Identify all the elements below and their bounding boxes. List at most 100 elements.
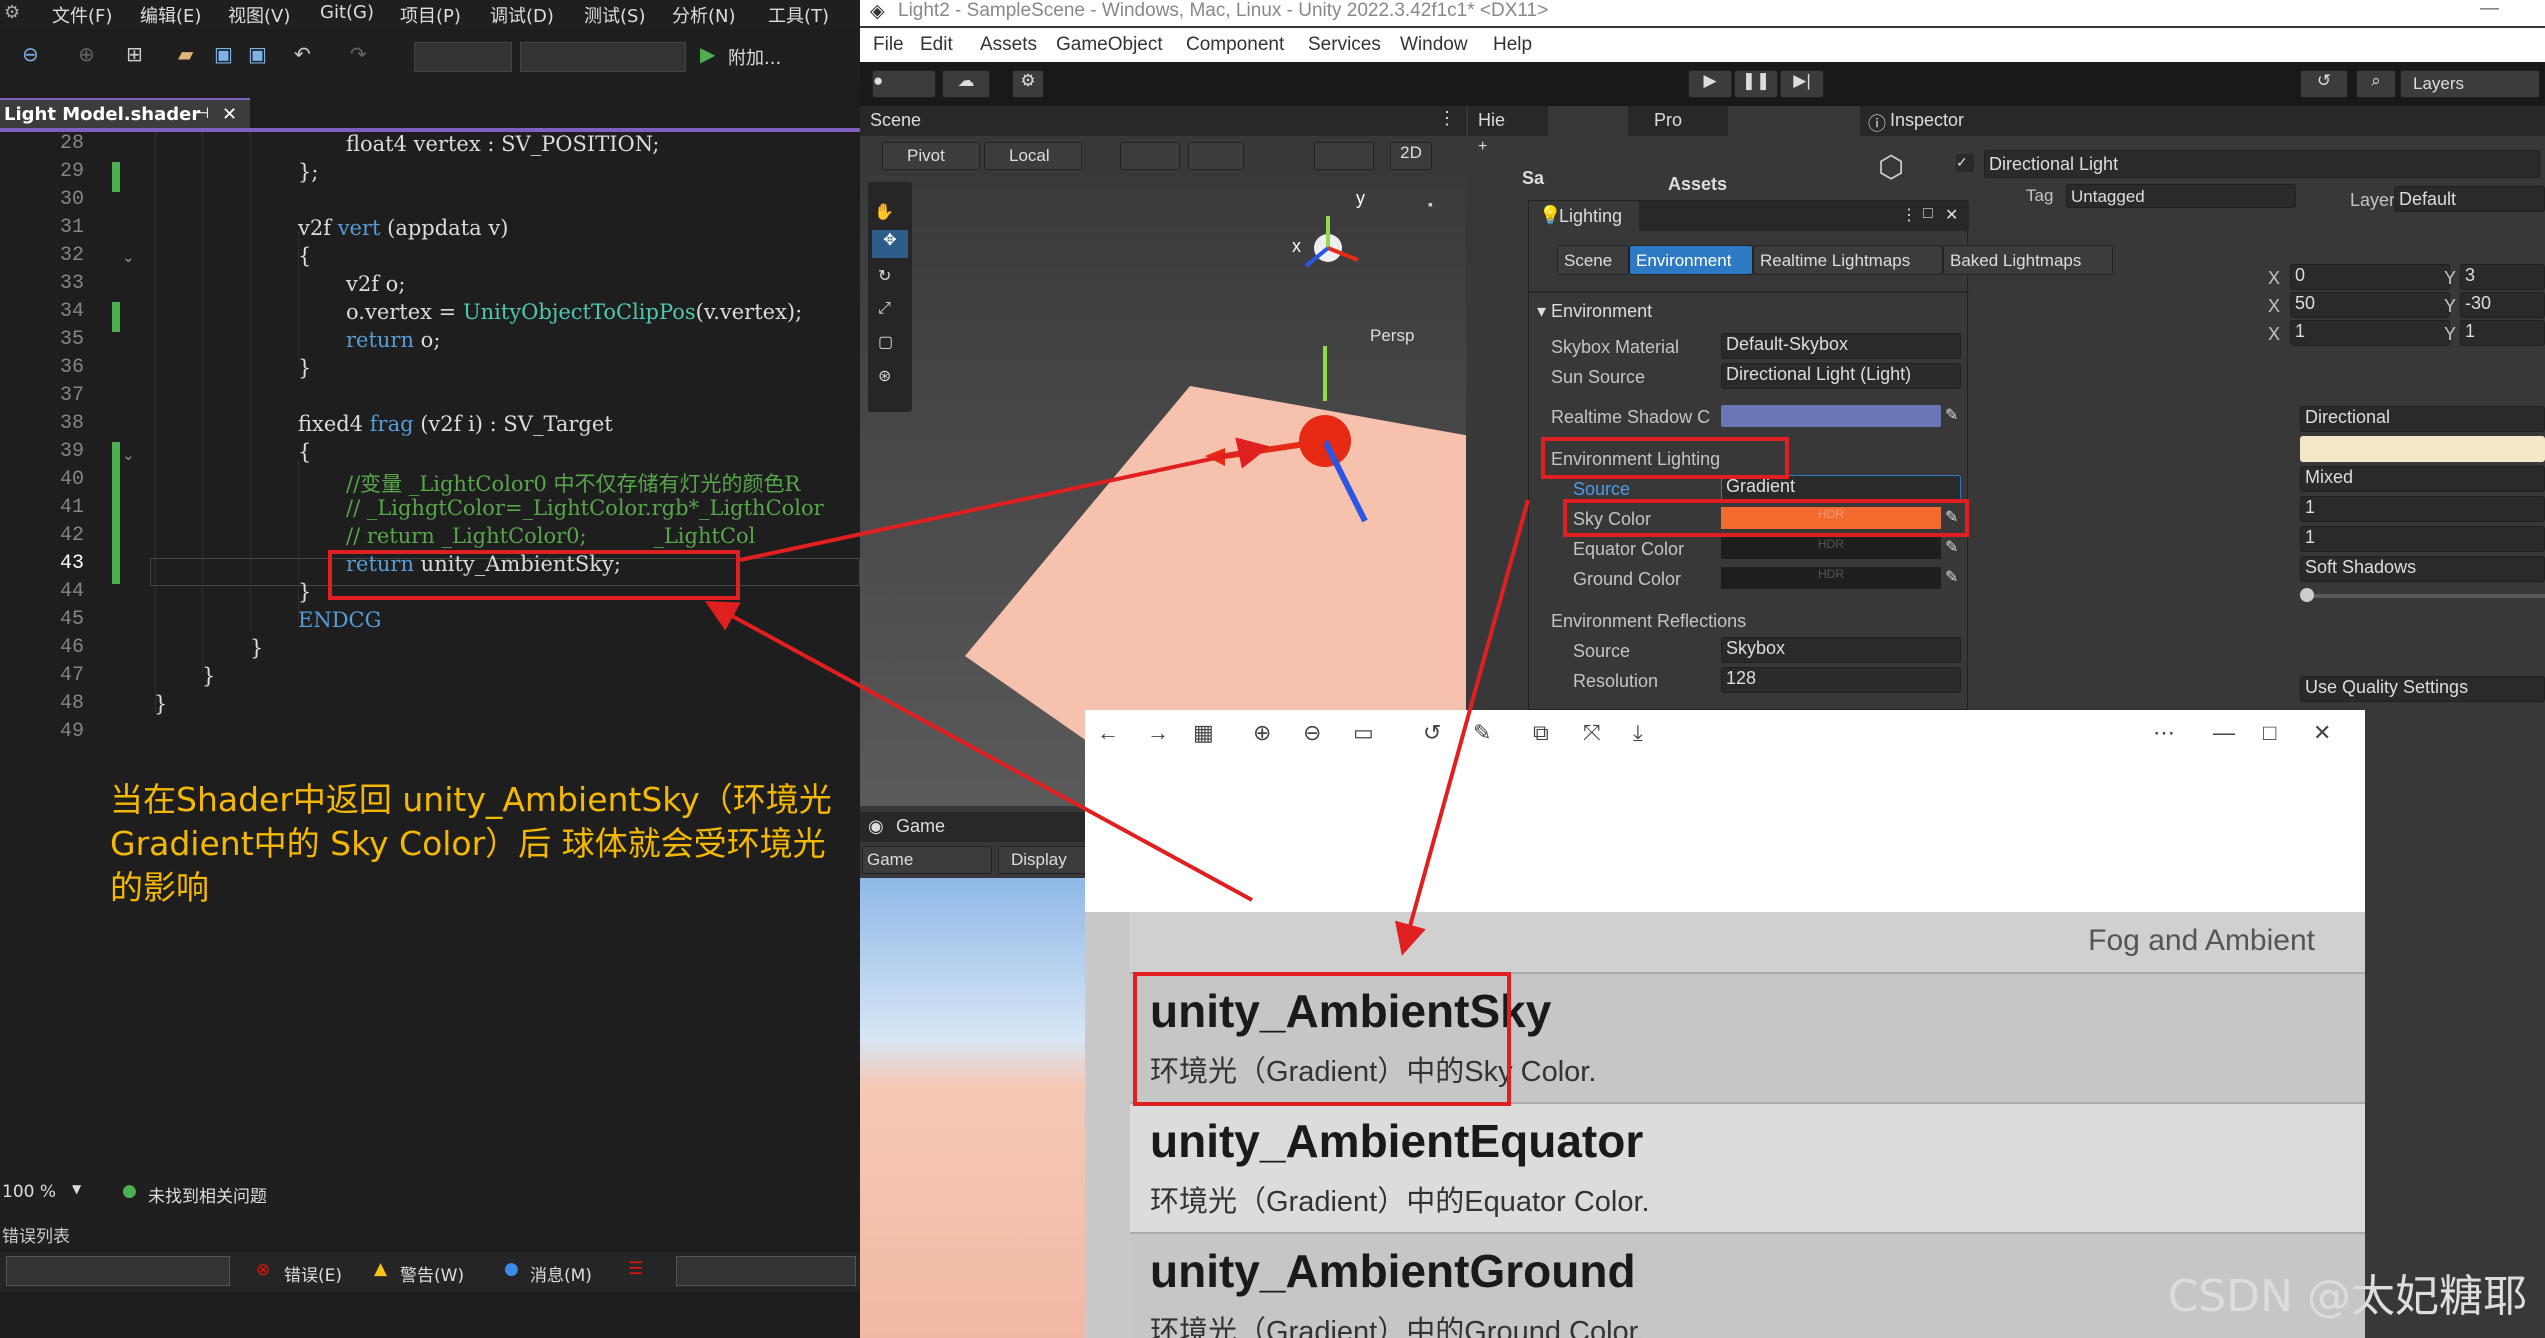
menu-edit[interactable]: 编辑(E)	[140, 2, 201, 28]
skybox-material-field[interactable]: Default-Skybox	[1721, 333, 1961, 359]
light-mode-dropdown[interactable]: Mixed	[2300, 466, 2545, 492]
viewer-maximize-icon[interactable]: □	[2263, 720, 2276, 746]
active-checkbox[interactable]: ✓	[1956, 154, 1974, 172]
account-button[interactable]: ●	[872, 70, 936, 98]
u-menu-component[interactable]: Component	[1186, 34, 1284, 56]
shadow-color-swatch[interactable]	[1721, 405, 1941, 427]
zoom-in-icon[interactable]: ⊕	[1253, 720, 1271, 746]
save-all-icon[interactable]: ▣	[248, 42, 267, 66]
open-folder-icon[interactable]: ▰	[178, 42, 193, 66]
lighting-maximize-icon[interactable]: □	[1923, 205, 1933, 223]
collab-icon[interactable]: ⚙	[1012, 70, 1044, 98]
zoom-dropdown-icon[interactable]: ▼	[72, 1182, 81, 1196]
hand-tool-icon[interactable]: ✋	[874, 202, 894, 222]
redo-icon[interactable]: ↷	[350, 42, 367, 66]
step-button[interactable]: ▶|	[1780, 70, 1824, 98]
viewer-close-icon[interactable]: ✕	[2313, 720, 2331, 746]
lighting-tab[interactable]: 💡 Lighting	[1529, 201, 1639, 231]
pause-button[interactable]: ❚❚	[1734, 70, 1778, 98]
move-tool-icon[interactable]: ✥	[872, 230, 908, 258]
tag-dropdown[interactable]: Untagged	[2066, 184, 2296, 208]
rect-tool-icon[interactable]: ▢	[878, 332, 893, 352]
new-item-icon[interactable]: ⊞	[126, 42, 143, 66]
u-menu-gameobject[interactable]: GameObject	[1056, 34, 1163, 56]
sun-source-field[interactable]: Directional Light (Light)	[1721, 363, 1961, 389]
minimize-icon[interactable]: —	[2480, 0, 2499, 20]
u-menu-services[interactable]: Services	[1308, 34, 1381, 56]
close-icon[interactable]: ✕	[222, 104, 237, 125]
position-y[interactable]: 3	[2460, 264, 2545, 290]
menu-project[interactable]: 项目(P)	[400, 2, 461, 28]
strength-slider[interactable]	[2300, 588, 2545, 602]
shadow-resolution-dropdown[interactable]: Use Quality Settings	[2300, 676, 2545, 702]
lighting-close-icon[interactable]: ✕	[1945, 205, 1958, 225]
scope-dropdown[interactable]	[6, 1256, 230, 1286]
tab-inspector[interactable]: ⓘ Inspector	[1860, 106, 2545, 136]
eyedropper-icon[interactable]: ✎	[1945, 537, 1958, 557]
attach-button[interactable]: 附加...	[728, 44, 781, 70]
menu-view[interactable]: 视图(V)	[228, 2, 290, 28]
game-mode-dropdown[interactable]: Game	[862, 846, 992, 874]
error-search-input[interactable]	[676, 1256, 856, 1286]
code-editor[interactable]: 28 29 30 31 32 33 34 35 36 37 38 39 40 41 42 43 44 45 46 47…	[0, 132, 860, 1172]
menu-test[interactable]: 测试(S)	[584, 2, 645, 28]
intensity-field[interactable]: 1	[2300, 496, 2545, 522]
scale-y[interactable]: 1	[2460, 320, 2545, 346]
menu-git[interactable]: Git(G)	[320, 2, 374, 23]
tab-hierarchy[interactable]: Hie	[1468, 106, 1548, 136]
tab-project[interactable]: Pro	[1628, 106, 1728, 136]
play-button[interactable]: ▶	[1688, 70, 1732, 98]
persp-label[interactable]: Persp	[1370, 326, 1414, 346]
shading-dropdown[interactable]	[1314, 142, 1374, 170]
lighting-tab-environment[interactable]: Environment	[1629, 245, 1753, 275]
u-menu-assets[interactable]: Assets	[980, 34, 1037, 56]
menu-file[interactable]: 文件(F)	[52, 2, 112, 28]
rotate-icon[interactable]: ↺	[1423, 720, 1441, 746]
fold-icon[interactable]: ⌄	[122, 248, 135, 266]
errors-filter[interactable]: 错误(E)	[284, 1261, 342, 1286]
tab-scene[interactable]: Scene ⋮	[860, 106, 1466, 136]
fit-icon[interactable]: ▭	[1353, 720, 1374, 746]
search-icon[interactable]: ⌕	[2356, 70, 2396, 98]
pin-icon[interactable]: ⊣	[196, 104, 209, 122]
rotation-x[interactable]: 50	[2290, 292, 2450, 318]
viewer-minimize-icon[interactable]: —	[2213, 720, 2235, 746]
lighting-tab-realtime[interactable]: Realtime Lightmaps	[1753, 245, 1943, 275]
layer-dropdown[interactable]: Default	[2394, 186, 2545, 212]
lock-icon[interactable]: ▪	[1428, 196, 1433, 212]
fold-icon[interactable]: ⌄	[122, 446, 135, 464]
lighting-menu-icon[interactable]: ⋮	[1901, 205, 1917, 225]
layers-dropdown[interactable]: Layers	[2400, 70, 2540, 98]
u-menu-edit[interactable]: Edit	[920, 34, 953, 56]
back-icon[interactable]: ⊖	[22, 42, 39, 66]
assets-folder[interactable]: Assets	[1668, 174, 1727, 195]
reflection-source-dropdown[interactable]: Skybox	[1721, 637, 1961, 663]
more-options-icon[interactable]: ⋯	[2153, 720, 2175, 746]
light-color-swatch[interactable]	[2300, 436, 2545, 462]
menu-analyze[interactable]: 分析(N)	[672, 2, 736, 28]
light-type-dropdown[interactable]: Directional	[2300, 406, 2545, 432]
toggle-2d-button[interactable]: 2D	[1390, 142, 1432, 170]
history-icon[interactable]: ↺	[2300, 70, 2348, 98]
object-name-field[interactable]: Directional Light	[1984, 150, 2540, 178]
forward-icon[interactable]: ⊕	[78, 42, 95, 66]
run-icon[interactable]: ▶	[700, 42, 715, 66]
messages-filter[interactable]: 消息(M)	[530, 1261, 592, 1286]
lighting-tab-scene[interactable]: Scene	[1557, 245, 1629, 275]
u-menu-window[interactable]: Window	[1400, 34, 1468, 56]
edit-icon[interactable]: ✎	[1473, 720, 1491, 746]
warnings-filter[interactable]: 警告(W)	[400, 1261, 464, 1286]
save-icon[interactable]: ▣	[214, 42, 233, 66]
rotate-tool-icon[interactable]: ↻	[878, 266, 891, 286]
transform-tool-icon[interactable]: ⊛	[878, 366, 891, 386]
eyedropper-icon[interactable]: ✎	[1945, 405, 1958, 425]
scene-root-label[interactable]: Sa	[1522, 168, 1544, 189]
vs-logo-icon[interactable]: ⚙	[4, 2, 20, 23]
local-dropdown[interactable]: Local	[984, 142, 1082, 170]
ground-color-swatch[interactable]: HDR	[1721, 567, 1941, 589]
rotation-y[interactable]: -30	[2460, 292, 2545, 318]
fullscreen-icon[interactable]: ⤧	[1583, 720, 1601, 746]
snap-increment-icon[interactable]	[1188, 142, 1244, 170]
u-menu-help[interactable]: Help	[1493, 34, 1532, 56]
filter-icon[interactable]: ☰	[628, 1259, 643, 1279]
